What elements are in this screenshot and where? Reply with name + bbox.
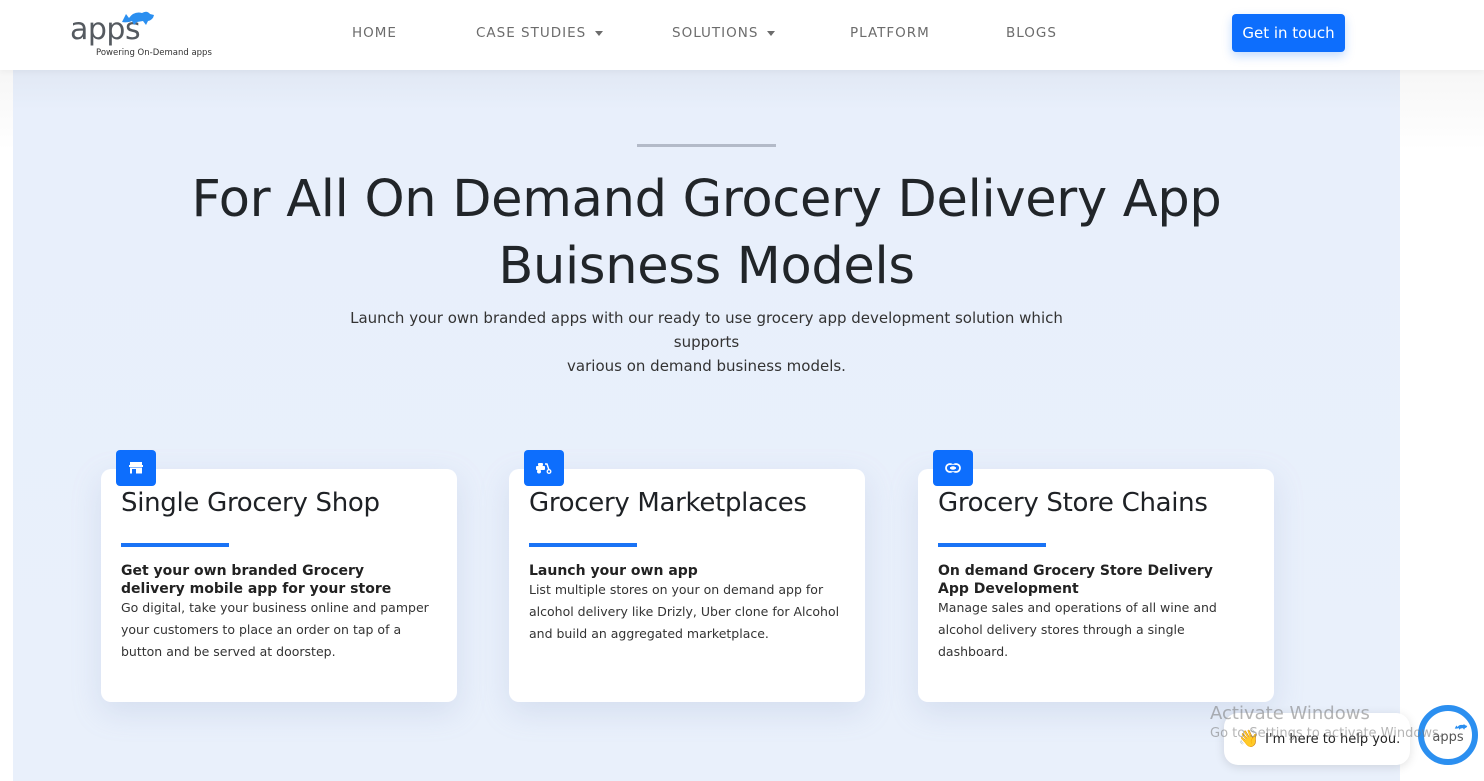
store-icon — [129, 462, 143, 474]
nav-home[interactable]: HOME — [352, 25, 397, 41]
card-grocery-marketplaces: Grocery Marketplaces Launch your own app… — [509, 450, 865, 702]
nav-platform-label: PLATFORM — [850, 25, 930, 41]
nav-case-studies-label: CASE STUDIES — [476, 25, 587, 41]
waving-hand-icon: 👋 — [1238, 729, 1260, 748]
nav-solutions[interactable]: SOLUTIONS — [672, 25, 776, 41]
page-margin-right — [1400, 70, 1484, 781]
nav-blogs-label: BLOGS — [1006, 25, 1057, 41]
card-description: Go digital, take your business online an… — [121, 600, 429, 659]
card-accent-bar — [529, 543, 637, 547]
card-title: Grocery Marketplaces — [529, 488, 807, 518]
chat-launcher-logo: apps — [1432, 729, 1464, 745]
chat-launcher-button[interactable]: apps — [1418, 705, 1478, 765]
section-title-line-1: For All On Demand Grocery Delivery App — [191, 170, 1222, 229]
rhino-logo-icon — [1454, 724, 1468, 730]
scooter-icon — [536, 463, 552, 474]
nav-platform[interactable]: PLATFORM — [850, 25, 930, 41]
card-title: Grocery Store Chains — [938, 488, 1208, 518]
section-title: For All On Demand Grocery Delivery App B… — [13, 166, 1400, 300]
card-subtitle: Launch your own app — [529, 563, 698, 579]
section-title-line-2: Buisness Models — [498, 237, 915, 296]
logo-tagline: Powering On-Demand apps — [96, 48, 212, 58]
brand-logo[interactable]: apps Powering On-Demand apps — [70, 6, 220, 62]
card-icon-badge — [933, 450, 973, 486]
section-subtitle-line-1: Launch your own branded apps with our re… — [350, 309, 1063, 351]
top-navbar: apps Powering On-Demand apps HOME CASE S… — [0, 0, 1484, 70]
rhino-logo-icon — [122, 11, 154, 25]
section-divider — [637, 144, 776, 147]
card-accent-bar — [121, 543, 229, 547]
get-in-touch-button[interactable]: Get in touch — [1232, 14, 1345, 52]
nav-solutions-label: SOLUTIONS — [672, 25, 759, 41]
nav-blogs[interactable]: BLOGS — [1006, 25, 1057, 41]
card-subtitle: On demand Grocery Store Delivery App Dev… — [938, 563, 1213, 597]
card-icon-badge — [116, 450, 156, 486]
page-margin-left — [0, 70, 13, 781]
business-models-section: For All On Demand Grocery Delivery App B… — [13, 70, 1400, 781]
card-grocery-store-chains: Grocery Store Chains On demand Grocery S… — [918, 450, 1274, 702]
nav-home-label: HOME — [352, 25, 397, 41]
card-description: Manage sales and operations of all wine … — [938, 600, 1217, 659]
card-single-grocery-shop: Single Grocery Shop Get your own branded… — [101, 450, 457, 702]
nav-case-studies[interactable]: CASE STUDIES — [476, 25, 604, 41]
card-accent-bar — [938, 543, 1046, 547]
section-subtitle: Launch your own branded apps with our re… — [326, 306, 1087, 378]
link-icon — [945, 463, 961, 473]
card-subtitle: Get your own branded Grocery delivery mo… — [121, 563, 392, 597]
chevron-down-icon — [767, 31, 776, 36]
card-icon-badge — [524, 450, 564, 486]
chevron-down-icon — [595, 31, 604, 36]
card-description: List multiple stores on your on demand a… — [529, 582, 840, 641]
section-subtitle-line-2: various on demand business models. — [567, 357, 846, 375]
card-title: Single Grocery Shop — [121, 488, 380, 518]
chat-greeting-text: I'm here to help you. — [1265, 731, 1401, 747]
chat-greeting-bubble[interactable]: 👋 I'm here to help you. — [1224, 713, 1410, 765]
